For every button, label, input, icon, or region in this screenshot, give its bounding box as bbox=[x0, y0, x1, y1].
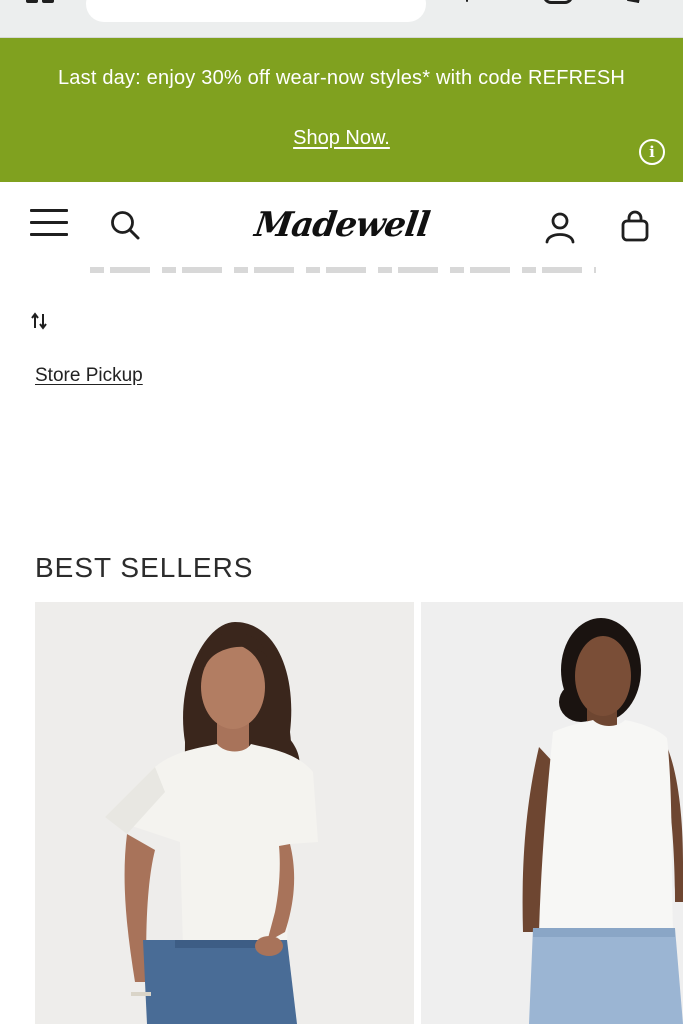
menu-icon[interactable] bbox=[30, 208, 68, 240]
tabs-icon[interactable] bbox=[26, 0, 56, 4]
promo-banner: Last day: enjoy 30% off wear-now styles*… bbox=[0, 38, 683, 182]
info-icon[interactable]: i bbox=[639, 139, 665, 165]
camera-icon[interactable] bbox=[543, 0, 573, 4]
promo-link-row: Shop Now. bbox=[0, 125, 683, 151]
product-card-2[interactable] bbox=[421, 602, 683, 1024]
store-pickup-link[interactable]: Store Pickup bbox=[35, 364, 143, 388]
microphone-icon[interactable] bbox=[462, 0, 472, 4]
product-image-2 bbox=[421, 602, 683, 1024]
best-sellers-heading: BEST SELLERS bbox=[35, 552, 254, 583]
clipped-content-line bbox=[90, 267, 596, 273]
account-icon[interactable] bbox=[543, 210, 577, 244]
bag-icon[interactable] bbox=[618, 209, 652, 243]
page: Last day: enjoy 30% off wear-now styles*… bbox=[0, 0, 683, 1024]
address-bar[interactable] bbox=[86, 0, 426, 22]
search-icon[interactable] bbox=[108, 208, 142, 242]
browser-menu-icon[interactable] bbox=[627, 0, 641, 3]
promo-message: Last day: enjoy 30% off wear-now styles*… bbox=[57, 67, 626, 89]
browser-toolbar bbox=[0, 0, 683, 38]
site-header: Madewell bbox=[0, 182, 683, 266]
brand-logo[interactable]: Madewell bbox=[252, 202, 432, 248]
sort-icon[interactable] bbox=[30, 312, 48, 330]
product-image-1 bbox=[35, 602, 414, 1024]
shop-now-link[interactable]: Shop Now. bbox=[293, 127, 390, 149]
product-card-1[interactable] bbox=[35, 602, 414, 1024]
